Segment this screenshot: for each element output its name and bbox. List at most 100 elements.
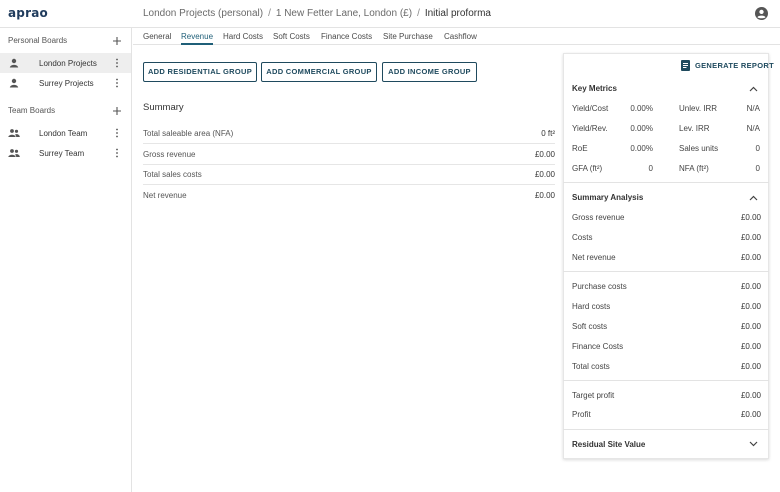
analysis-value: £0.00 (740, 253, 761, 262)
analysis-label: Total costs (572, 362, 610, 371)
analysis-label: Hard costs (572, 302, 611, 311)
analysis-row: Soft costs £0.00 (572, 322, 761, 334)
sidebar-item-label: Surrey Team (39, 149, 85, 158)
summary-value: 0 ft² (541, 129, 555, 138)
tab-site-purchase[interactable]: Site Purchase (383, 32, 433, 41)
summary-row-net-revenue: Net revenue £0.00 (143, 186, 555, 206)
summary-row-sales-costs: Total sales costs £0.00 (143, 165, 555, 185)
analysis-row: Total costs £0.00 (572, 362, 761, 374)
metric-value: 0 (755, 164, 760, 173)
person-icon (9, 78, 19, 88)
generate-report-label: GENERATE REPORT (695, 61, 774, 70)
analysis-value: £0.00 (740, 391, 761, 400)
analysis-row: Net revenue £0.00 (572, 253, 761, 265)
key-metrics-title: Key Metrics (572, 84, 617, 93)
add-commercial-group-button[interactable]: ADD COMMERCIAL GROUP (261, 62, 377, 82)
chevron-up-icon[interactable] (749, 86, 758, 92)
summary-label: Gross revenue (143, 150, 196, 159)
tab-revenue[interactable]: Revenue (181, 32, 213, 41)
analysis-value: £0.00 (740, 233, 761, 242)
personal-boards-heading: Personal Boards (8, 36, 68, 45)
add-personal-board-icon[interactable] (112, 36, 122, 46)
chevron-down-icon[interactable] (749, 441, 758, 447)
tab-cashflow[interactable]: Cashflow (444, 32, 477, 41)
analysis-value: £0.00 (740, 322, 761, 331)
sidebar: Personal Boards London Projects Surrey P… (0, 28, 132, 492)
breadcrumb-appraisal: Initial proforma (424, 8, 491, 19)
summary-value: £0.00 (534, 150, 555, 159)
metric-value: 0 (755, 144, 760, 153)
report-icon (681, 60, 690, 71)
tab-finance-costs[interactable]: Finance Costs (321, 32, 372, 41)
group-icon (8, 149, 20, 157)
sidebar-item-london-projects[interactable]: London Projects (0, 53, 131, 73)
breadcrumb-project[interactable]: 1 New Fetter Lane, London (£) (276, 8, 412, 19)
section-divider (563, 429, 769, 430)
sidebar-item-surrey-team[interactable]: Surrey Team (0, 143, 131, 163)
analysis-row: Costs £0.00 (572, 233, 761, 245)
metric-value: 0.00% (630, 124, 653, 133)
metric-value: 0 (648, 164, 653, 173)
add-residential-group-button[interactable]: ADD RESIDENTIAL GROUP (143, 62, 257, 82)
analysis-label: Net revenue (572, 253, 616, 262)
active-tab-indicator (181, 43, 213, 45)
analysis-label: Soft costs (572, 322, 608, 331)
analysis-row: Hard costs £0.00 (572, 302, 761, 314)
summary-label: Net revenue (143, 191, 187, 200)
summary-value: £0.00 (534, 170, 555, 179)
residual-site-value-title[interactable]: Residual Site Value (572, 440, 645, 449)
add-income-group-button[interactable]: ADD INCOME GROUP (382, 62, 477, 82)
analysis-row: Finance Costs £0.00 (572, 342, 761, 354)
summary-value: £0.00 (534, 191, 555, 200)
team-boards-heading: Team Boards (8, 106, 56, 115)
summary-row-nfa: Total saleable area (NFA) 0 ft² (143, 124, 555, 144)
summary-title: Summary (143, 102, 184, 113)
metric-value: 0.00% (630, 144, 653, 153)
analysis-row: Target profit £0.00 (572, 391, 761, 403)
sidebar-item-london-team[interactable]: London Team (0, 123, 131, 143)
analysis-label: Target profit (572, 391, 615, 400)
analysis-row: Gross revenue £0.00 (572, 213, 761, 225)
app-logo[interactable]: aprao (8, 6, 48, 20)
analysis-value: £0.00 (740, 302, 761, 311)
breadcrumb-separator: / (417, 8, 420, 19)
more-vertical-icon[interactable] (114, 58, 120, 68)
metric-label: Unlev. IRR (679, 104, 718, 113)
section-divider (563, 271, 769, 272)
metric-value: 0.00% (630, 104, 653, 113)
breadcrumb-separator: / (268, 8, 271, 19)
tab-hard-costs[interactable]: Hard Costs (223, 32, 263, 41)
metric-label: Lev. IRR (679, 124, 710, 133)
analysis-label: Profit (572, 410, 591, 419)
tab-general[interactable]: General (143, 32, 171, 41)
breadcrumb-board[interactable]: London Projects (personal) (143, 8, 263, 19)
analysis-label: Purchase costs (572, 282, 627, 291)
person-icon (9, 58, 19, 68)
sidebar-item-surrey-projects[interactable]: Surrey Projects (0, 73, 131, 93)
analysis-label: Costs (572, 233, 593, 242)
summary-label: Total saleable area (NFA) (143, 129, 234, 138)
metric-label: Yield/Cost (572, 104, 609, 113)
sidebar-item-label: London Team (39, 129, 88, 138)
analysis-value: £0.00 (740, 342, 761, 351)
metric-label: RoE (572, 144, 588, 153)
account-icon[interactable] (755, 7, 768, 20)
metric-value: N/A (746, 104, 760, 113)
analysis-value: £0.00 (740, 362, 761, 371)
section-divider (563, 380, 769, 381)
metric-label: NFA (ft²) (679, 164, 709, 173)
more-vertical-icon[interactable] (114, 128, 120, 138)
analysis-value: £0.00 (740, 282, 761, 291)
sidebar-item-label: Surrey Projects (39, 79, 94, 88)
metric-label: Yield/Rev. (572, 124, 608, 133)
analysis-label: Gross revenue (572, 213, 625, 222)
chevron-up-icon[interactable] (749, 195, 758, 201)
more-vertical-icon[interactable] (114, 78, 120, 88)
analysis-value: £0.00 (740, 410, 761, 419)
more-vertical-icon[interactable] (114, 148, 120, 158)
summary-analysis-title: Summary Analysis (572, 193, 644, 202)
add-team-board-icon[interactable] (112, 106, 122, 116)
summary-row-gross-revenue: Gross revenue £0.00 (143, 145, 555, 165)
analysis-row: Profit £0.00 (572, 410, 761, 422)
tab-soft-costs[interactable]: Soft Costs (273, 32, 310, 41)
